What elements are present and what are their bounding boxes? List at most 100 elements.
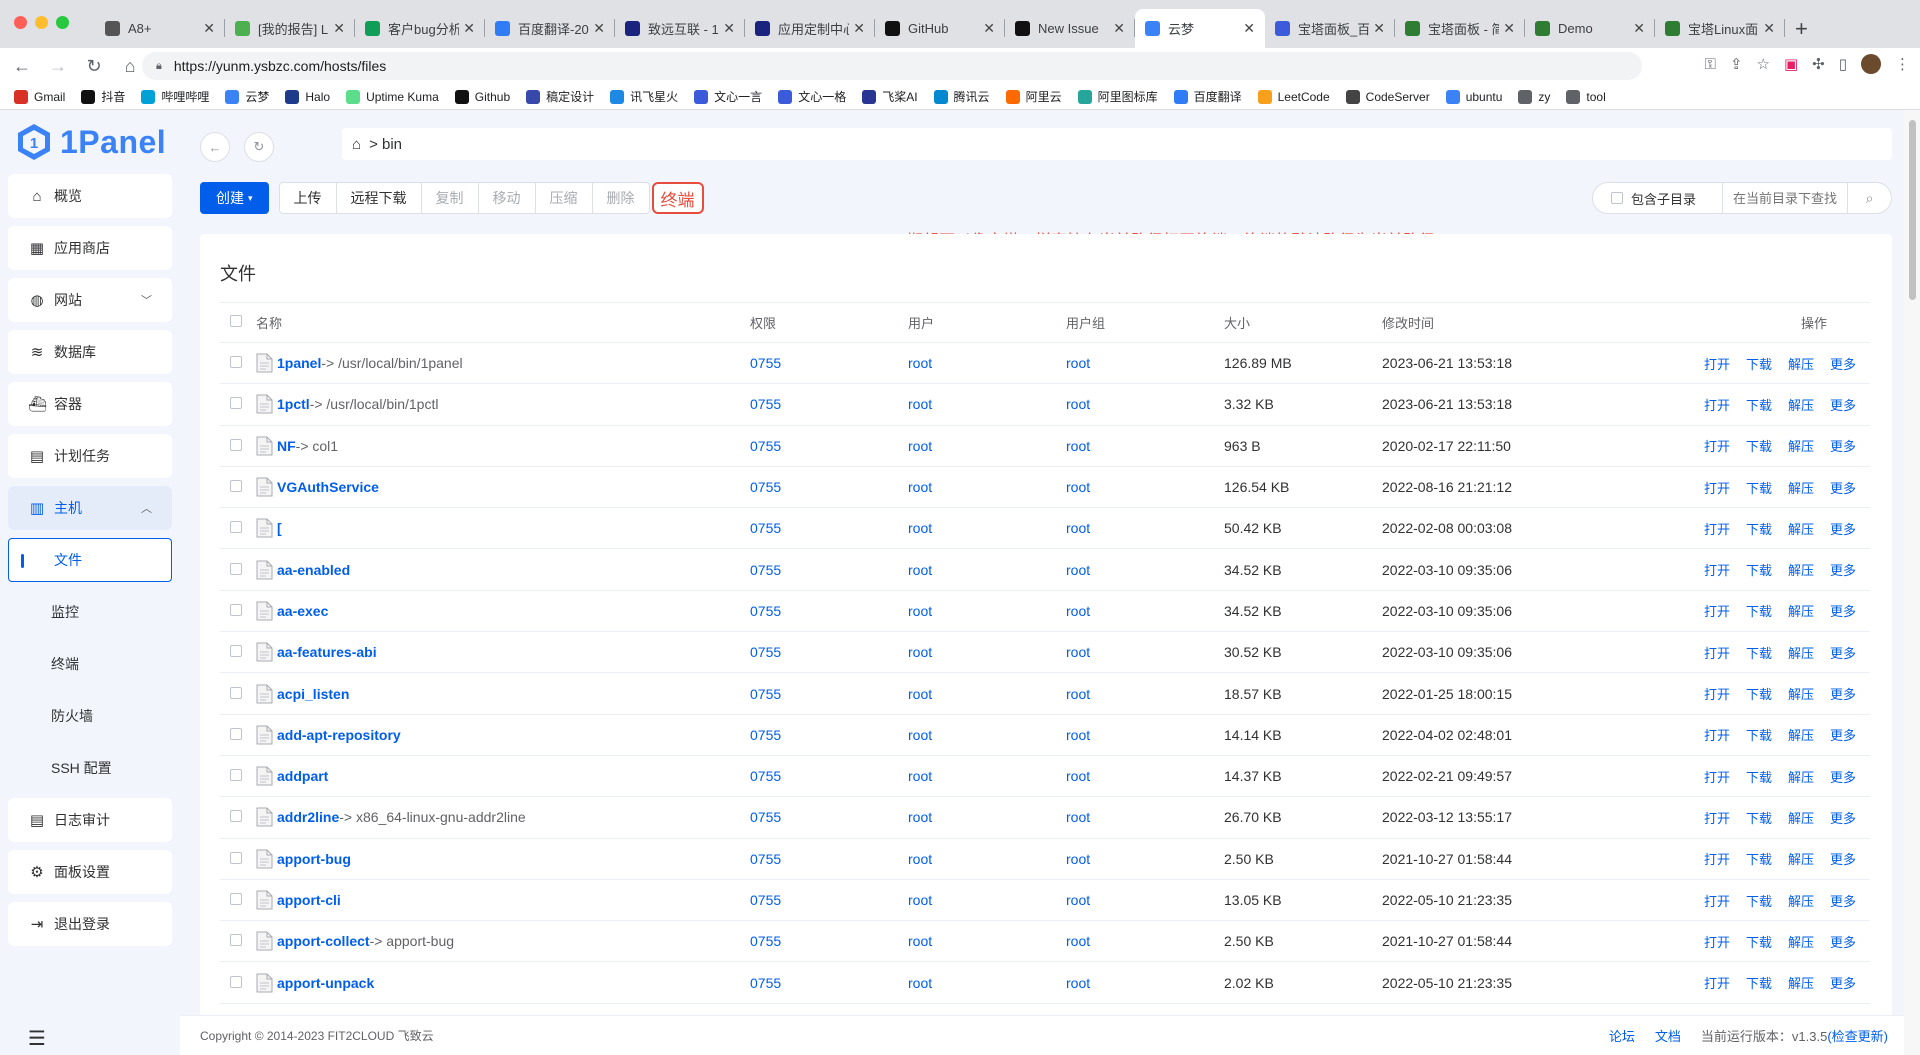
extract-button[interactable]: 解压 [1788, 811, 1814, 826]
tab-close-icon[interactable]: ✕ [723, 20, 735, 37]
permission-link[interactable]: 0755 [750, 892, 908, 908]
sidebar-subitem-monitor[interactable]: 监控 [8, 590, 172, 634]
table-row[interactable]: addpart 0755 root root 14.37 KB 2022-02-21 09… [220, 756, 1870, 798]
table-row[interactable]: apport-bug 0755 root root 2.50 KB 2021-10-27 … [220, 839, 1870, 880]
kebab-menu-icon[interactable]: ⋮ [1895, 55, 1910, 73]
bookmark-item[interactable]: CodeServer [1345, 89, 1430, 104]
home-icon[interactable]: ⌂ [116, 56, 144, 77]
user-link[interactable]: root [908, 603, 1066, 619]
user-link[interactable]: root [908, 851, 1066, 867]
permission-link[interactable]: 0755 [750, 933, 908, 949]
bookmark-item[interactable]: 阿里图标库 [1077, 88, 1158, 105]
col-mtime[interactable]: 修改时间 [1382, 313, 1622, 332]
open-button[interactable]: 打开 [1704, 770, 1730, 785]
row-checkbox[interactable] [230, 480, 242, 493]
browser-tab[interactable]: [我的报告] L ✕ [225, 9, 355, 48]
table-row[interactable]: aa-enabled 0755 root root 34.52 KB 2022-03-10… [220, 549, 1870, 591]
sidebar-item-website[interactable]: ◍ 网站 ﹀ [8, 278, 172, 322]
browser-tab[interactable]: 宝塔Linux面 ✕ [1655, 9, 1785, 48]
permission-link[interactable]: 0755 [750, 727, 908, 743]
extract-button[interactable]: 解压 [1788, 522, 1814, 537]
checkbox-box[interactable] [1611, 192, 1623, 204]
download-button[interactable]: 下载 [1746, 811, 1772, 826]
open-button[interactable]: 打开 [1704, 811, 1730, 826]
table-row[interactable]: 1panel -> /usr/local/bin/1panel 0755 root ro… [220, 343, 1870, 385]
permission-link[interactable]: 0755 [750, 686, 908, 702]
open-button[interactable]: 打开 [1704, 852, 1730, 867]
create-button[interactable]: 创建 ▾ [200, 182, 269, 214]
user-link[interactable]: root [908, 355, 1066, 371]
extract-button[interactable]: 解压 [1788, 398, 1814, 413]
row-checkbox[interactable] [230, 356, 242, 369]
download-button[interactable]: 下载 [1746, 522, 1772, 537]
bookmark-item[interactable]: 稿定设计 [526, 88, 594, 105]
sidebar-subitem-files[interactable]: 文件 [8, 538, 172, 582]
row-checkbox[interactable] [230, 893, 242, 905]
group-link[interactable]: root [1066, 809, 1224, 825]
app-logo[interactable]: 1 1Panel [0, 110, 180, 174]
tab-close-icon[interactable]: ✕ [593, 20, 605, 37]
more-button[interactable]: 更多 [1830, 976, 1856, 991]
bookmark-item[interactable]: 云梦 [225, 88, 269, 105]
extract-button[interactable]: 解压 [1788, 481, 1814, 496]
file-name-link[interactable]: apport-collect [277, 933, 370, 949]
open-button[interactable]: 打开 [1704, 894, 1730, 909]
file-name-link[interactable]: aa-features-abi [277, 644, 377, 660]
extract-button[interactable]: 解压 [1788, 563, 1814, 578]
browser-tab[interactable]: 应用定制中心 ✕ [745, 9, 875, 48]
sidebar-item-logs[interactable]: ▤ 日志审计 [8, 798, 172, 842]
bookmark-item[interactable]: Uptime Kuma [346, 89, 439, 104]
close-window-button[interactable] [14, 16, 27, 29]
key-icon[interactable]: ⚿ [1705, 56, 1716, 73]
table-row[interactable]: aa-exec 0755 root root 34.52 KB 2022-03-10 09… [220, 591, 1870, 633]
extract-button[interactable]: 解压 [1788, 976, 1814, 991]
group-link[interactable]: root [1066, 892, 1224, 908]
table-row[interactable]: addr2line -> x86_64-linux-gnu-addr2line 07… [220, 797, 1870, 839]
sidebar-subitem-firewall[interactable]: 防火墙 [8, 694, 172, 738]
user-link[interactable]: root [908, 727, 1066, 743]
tab-close-icon[interactable]: ✕ [1503, 20, 1515, 37]
user-link[interactable]: root [908, 892, 1066, 908]
row-checkbox[interactable] [230, 562, 242, 575]
more-button[interactable]: 更多 [1830, 439, 1856, 454]
more-button[interactable]: 更多 [1830, 852, 1856, 867]
permission-link[interactable]: 0755 [750, 809, 908, 825]
open-button[interactable]: 打开 [1704, 563, 1730, 578]
breadcrumb[interactable]: ⌂ > bin [342, 128, 1892, 160]
more-button[interactable]: 更多 [1830, 687, 1856, 702]
row-checkbox[interactable] [230, 521, 242, 534]
more-button[interactable]: 更多 [1830, 894, 1856, 909]
table-row[interactable]: [0755 root root 50.42 KB 2022-02-08 00:03:08… [220, 508, 1870, 550]
sidebar-item-cron[interactable]: ▤ 计划任务 [8, 434, 172, 478]
permission-link[interactable]: 0755 [750, 479, 908, 495]
open-button[interactable]: 打开 [1704, 728, 1730, 743]
group-link[interactable]: root [1066, 520, 1224, 536]
file-name-link[interactable]: 1pctl [277, 396, 310, 412]
group-link[interactable]: root [1066, 727, 1224, 743]
more-button[interactable]: 更多 [1830, 398, 1856, 413]
breadcrumb-dir[interactable]: bin [382, 136, 402, 153]
file-name-link[interactable]: apport-bug [277, 851, 351, 867]
open-button[interactable]: 打开 [1704, 646, 1730, 661]
browser-tab[interactable]: GitHub ✕ [875, 9, 1005, 48]
download-button[interactable]: 下载 [1746, 852, 1772, 867]
delete-button[interactable]: 删除 [593, 183, 649, 213]
bookmark-item[interactable]: 文心一格 [778, 88, 846, 105]
tab-close-icon[interactable]: ✕ [853, 20, 865, 37]
home-icon[interactable]: ⌂ [352, 136, 361, 153]
download-button[interactable]: 下载 [1746, 646, 1772, 661]
group-link[interactable]: root [1066, 851, 1224, 867]
browser-tab[interactable]: Demo ✕ [1525, 9, 1655, 48]
bookmark-item[interactable]: zy [1518, 89, 1550, 104]
file-name-link[interactable]: add-apt-repository [277, 727, 401, 743]
download-button[interactable]: 下载 [1746, 563, 1772, 578]
bookmark-item[interactable]: LeetCode [1257, 89, 1330, 104]
select-all-checkbox[interactable] [230, 315, 242, 327]
more-button[interactable]: 更多 [1830, 728, 1856, 743]
download-button[interactable]: 下载 [1746, 935, 1772, 950]
group-link[interactable]: root [1066, 562, 1224, 578]
open-button[interactable]: 打开 [1704, 687, 1730, 702]
row-checkbox[interactable] [230, 975, 242, 988]
bookmark-item[interactable]: Gmail [14, 89, 65, 104]
tab-close-icon[interactable]: ✕ [983, 20, 995, 37]
